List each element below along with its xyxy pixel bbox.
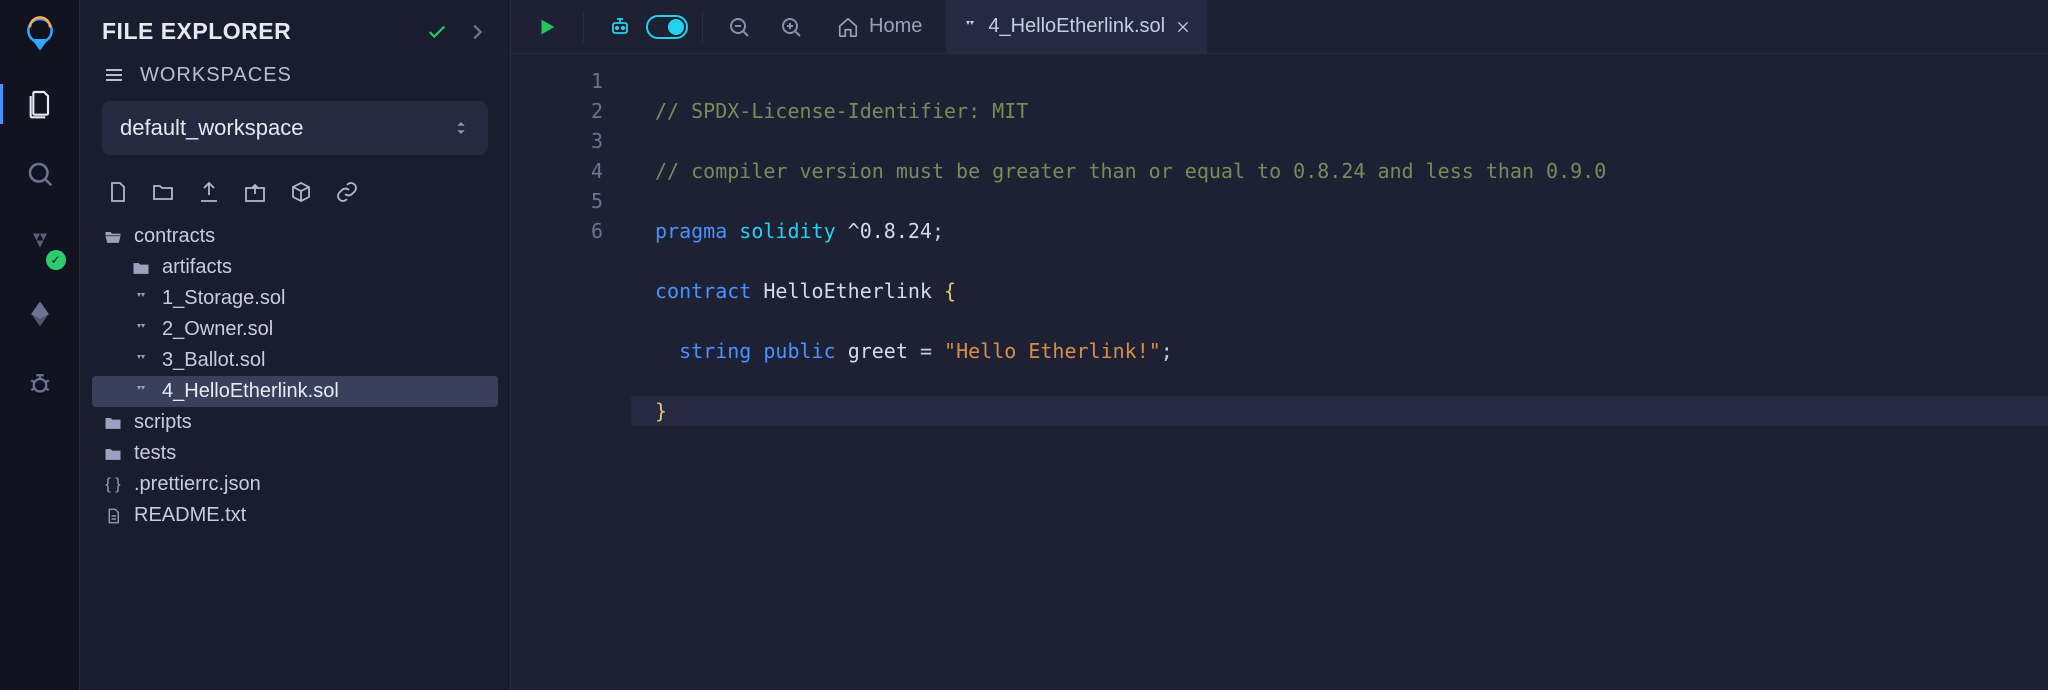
solidity-compiler-icon[interactable]: ✓ [16,220,64,268]
tab-active-file[interactable]: 4_HelloEtherlink.sol [946,0,1207,53]
line-number: 6 [511,216,603,246]
file-explorer-panel: FILE EXPLORER WORKSPACES default_workspa… [80,0,510,690]
solidity-file-icon [962,19,978,35]
copilot-toggle[interactable] [646,15,688,39]
file-label: 3_Ballot.sol [162,349,265,372]
code-token: solidity [739,219,835,243]
code-token: // SPDX-License-Identifier: MIT [655,99,1028,123]
solidity-file-icon [130,353,152,369]
folder-label: tests [134,442,176,465]
explorer-title: FILE EXPLORER [102,18,291,45]
folder-contracts[interactable]: contracts [92,221,498,252]
code-token: "Hello Etherlink!" [944,339,1161,363]
folder-label: scripts [134,411,192,434]
folder-icon [130,258,152,278]
home-icon [837,16,859,38]
file-prettierrc[interactable]: { } .prettierrc.json [92,469,498,500]
new-folder-icon[interactable] [148,177,178,207]
workspace-select[interactable]: default_workspace [102,101,488,155]
file-helloetherlink[interactable]: 4_HelloEtherlink.sol [92,376,498,407]
file-ballot[interactable]: 3_Ballot.sol [92,345,498,376]
zoom-out-button[interactable] [717,5,761,49]
hamburger-icon[interactable] [102,63,126,87]
code-token: greet [848,339,908,363]
tab-home[interactable]: Home [821,0,938,53]
folder-tests[interactable]: tests [92,438,498,469]
zoom-in-button[interactable] [769,5,813,49]
code-token: ^0.8.24 [848,219,932,243]
text-file-icon [102,507,124,525]
tab-label: 4_HelloEtherlink.sol [988,15,1165,38]
upload-icon[interactable] [240,177,270,207]
editor-toolbar: Home 4_HelloEtherlink.sol [511,0,2048,54]
code-token: public [763,339,835,363]
file-label: README.txt [134,504,246,527]
code-token: ; [1161,339,1173,363]
check-icon[interactable] [426,21,448,43]
run-button[interactable] [525,5,569,49]
new-file-icon[interactable] [102,177,132,207]
logo-icon[interactable] [16,10,64,58]
line-number: 5 [511,186,603,216]
tab-label: Home [869,15,922,38]
code-token: = [908,339,944,363]
code-token: ; [932,219,944,243]
chevron-right-icon[interactable] [466,21,488,43]
file-label: 4_HelloEtherlink.sol [162,380,339,403]
editor-area: Home 4_HelloEtherlink.sol 1 2 3 4 5 6 //… [510,0,2048,690]
file-label: 2_Owner.sol [162,318,273,341]
solidity-file-icon [130,384,152,400]
code-surface[interactable]: 1 2 3 4 5 6 // SPDX-License-Identifier: … [511,54,2048,690]
folder-artifacts[interactable]: artifacts [92,252,498,283]
file-storage[interactable]: 1_Storage.sol [92,283,498,314]
line-number: 1 [511,66,603,96]
folder-icon [102,444,124,464]
code-token: } [655,399,667,423]
json-file-icon: { } [102,476,124,494]
solidity-file-icon [130,291,152,307]
explorer-toolbar [80,169,510,221]
activity-bar: ✓ [0,0,80,690]
debugger-icon[interactable] [16,360,64,408]
select-chevron-icon [452,119,470,137]
file-explorer-icon[interactable] [16,80,64,128]
status-ok-badge: ✓ [46,250,66,270]
code-token: pragma [655,219,727,243]
solidity-file-icon [130,322,152,338]
code-token: string [679,339,751,363]
line-number: 3 [511,126,603,156]
folder-label: artifacts [162,256,232,279]
file-label: .prettierrc.json [134,473,261,496]
code-token: // compiler version must be greater than… [655,159,1606,183]
bot-icon[interactable] [598,5,642,49]
link-icon[interactable] [332,177,362,207]
line-gutter: 1 2 3 4 5 6 [511,54,631,690]
file-readme[interactable]: README.txt [92,500,498,531]
deploy-run-icon[interactable] [16,290,64,338]
folder-label: contracts [134,225,215,248]
folder-icon [102,413,124,433]
line-number: 2 [511,96,603,126]
folder-open-icon [102,227,124,247]
workspace-selected: default_workspace [120,115,303,141]
folder-scripts[interactable]: scripts [92,407,498,438]
line-number: 4 [511,156,603,186]
file-label: 1_Storage.sol [162,287,285,310]
workspaces-label: WORKSPACES [140,64,292,87]
separator [702,11,703,43]
search-icon[interactable] [16,150,64,198]
publish-icon[interactable] [194,177,224,207]
package-icon[interactable] [286,177,316,207]
file-tree: contracts artifacts 1_Storage.sol 2_Owne… [80,221,510,531]
file-owner[interactable]: 2_Owner.sol [92,314,498,345]
close-tab-icon[interactable] [1175,19,1191,35]
separator [583,11,584,43]
code-token: { [944,279,956,303]
code-token: HelloEtherlink [763,279,932,303]
code-token: contract [655,279,751,303]
code-content[interactable]: // SPDX-License-Identifier: MIT // compi… [631,54,2048,690]
